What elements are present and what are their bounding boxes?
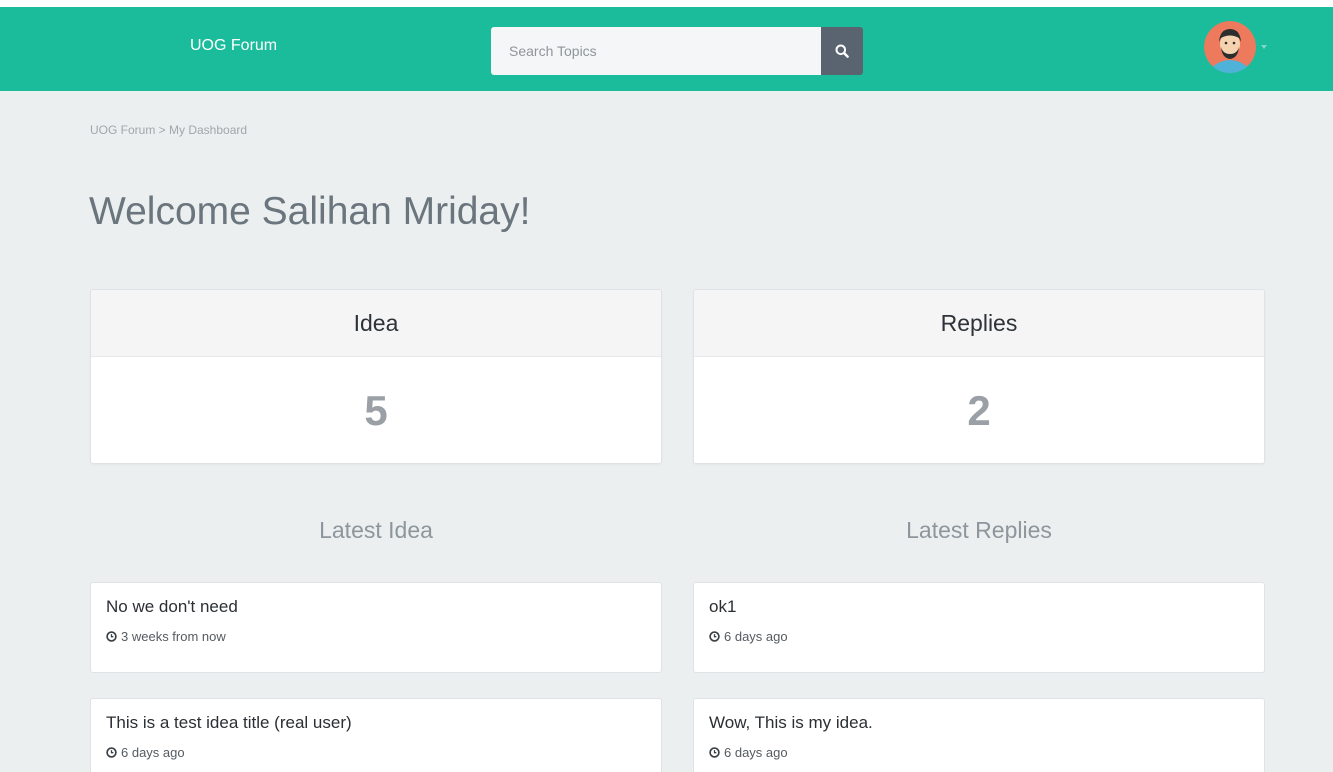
- search-button[interactable]: [821, 27, 863, 75]
- stat-card-replies: Replies 2: [693, 289, 1265, 464]
- caret-down-icon[interactable]: [1261, 45, 1267, 49]
- page-title: Welcome Salihan Mriday!: [89, 190, 531, 233]
- reply-item[interactable]: ok1 6 days ago: [693, 582, 1265, 673]
- navbar: UOG Forum: [0, 7, 1333, 91]
- search-icon: [835, 44, 849, 58]
- avatar-icon: [1204, 21, 1256, 73]
- user-avatar[interactable]: [1204, 21, 1256, 73]
- reply-time: 6 days ago: [709, 629, 788, 644]
- idea-time: 3 weeks from now: [106, 629, 226, 644]
- search-bar: [491, 27, 863, 75]
- idea-title: No we don't need: [106, 597, 238, 616]
- reply-time-text: 6 days ago: [724, 629, 788, 644]
- reply-time-text: 6 days ago: [724, 745, 788, 760]
- clock-icon: [106, 631, 117, 642]
- brand-link[interactable]: UOG Forum: [190, 37, 277, 55]
- reply-time: 6 days ago: [709, 745, 788, 760]
- reply-title: Wow, This is my idea.: [709, 713, 873, 732]
- clock-icon: [106, 747, 117, 758]
- reply-title: ok1: [709, 597, 737, 616]
- clock-icon: [709, 631, 720, 642]
- search-input[interactable]: [491, 27, 821, 75]
- stat-label: Replies: [694, 290, 1264, 357]
- idea-time-text: 3 weeks from now: [121, 629, 226, 644]
- reply-item[interactable]: Wow, This is my idea. 6 days ago: [693, 698, 1265, 772]
- stat-value: 5: [364, 387, 388, 434]
- idea-time-text: 6 days ago: [121, 745, 185, 760]
- clock-icon: [709, 747, 720, 758]
- idea-title: This is a test idea title (real user): [106, 713, 352, 732]
- latest-idea-heading: Latest Idea: [319, 517, 433, 543]
- latest-replies-heading: Latest Replies: [906, 517, 1052, 543]
- stat-value: 2: [967, 387, 991, 434]
- idea-time: 6 days ago: [106, 745, 185, 760]
- stat-card-idea: Idea 5: [90, 289, 662, 464]
- breadcrumb: UOG Forum > My Dashboard: [90, 123, 248, 137]
- stat-label: Idea: [91, 290, 661, 357]
- page-frame: UOG Forum UOG Forum: [0, 7, 1333, 772]
- idea-item[interactable]: No we don't need 3 weeks from now: [90, 582, 662, 673]
- idea-item[interactable]: This is a test idea title (real user) 6 …: [90, 698, 662, 772]
